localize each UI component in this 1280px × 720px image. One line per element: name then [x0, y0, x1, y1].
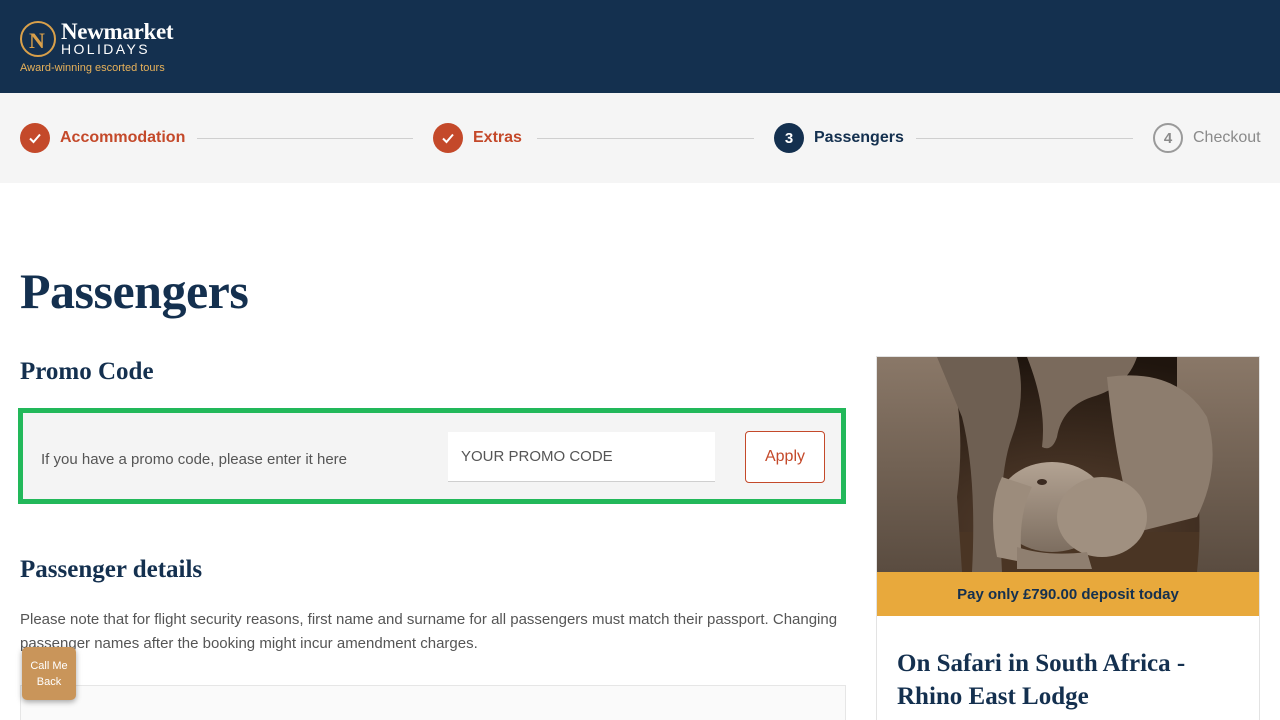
deposit-banner: Pay only £790.00 deposit today	[877, 572, 1259, 616]
passenger-form-panel	[20, 685, 846, 720]
apply-promo-button[interactable]: Apply	[745, 431, 825, 483]
step-checkout: 4 Checkout	[1153, 93, 1261, 183]
step-connector	[537, 138, 754, 139]
page-title: Passengers	[20, 263, 249, 319]
step-label: Checkout	[1193, 129, 1261, 146]
step-label: Accommodation	[60, 129, 186, 146]
step-label: Passengers	[814, 129, 904, 146]
passenger-name-note: Please note that for flight security rea…	[20, 611, 838, 652]
step-passengers: 3 Passengers	[774, 93, 904, 183]
checkmark-icon	[433, 123, 463, 153]
promo-prompt: If you have a promo code, please enter i…	[41, 451, 348, 468]
promo-code-heading: Promo Code	[20, 358, 154, 385]
brand-tagline: Award-winning escorted tours	[20, 62, 165, 74]
promo-code-panel: If you have a promo code, please enter i…	[18, 408, 846, 504]
promo-code-input[interactable]	[448, 432, 715, 482]
step-number: 3	[774, 123, 804, 153]
passenger-details-heading: Passenger details	[20, 556, 203, 583]
step-number: 4	[1153, 123, 1183, 153]
step-connector	[916, 138, 1133, 139]
step-connector	[197, 138, 413, 139]
tour-summary-card: Pay only £790.00 deposit today On Safari…	[876, 356, 1260, 720]
logo-icon: N	[20, 21, 56, 57]
elephants-photo	[877, 357, 1259, 572]
step-accommodation[interactable]: Accommodation	[20, 93, 185, 183]
tour-title: On Safari in South Africa - Rhino East L…	[897, 650, 1186, 710]
call-me-back-label: Call Me Back	[30, 659, 68, 688]
brand-logo[interactable]: N Newmarket HOLIDAYS Award-winning escor…	[20, 19, 220, 79]
brand-subtitle: HOLIDAYS	[61, 41, 150, 57]
checkmark-icon	[20, 123, 50, 153]
step-label: Extras	[473, 129, 522, 146]
call-me-back-button[interactable]: Call Me Back	[22, 647, 76, 700]
site-header: N Newmarket HOLIDAYS Award-winning escor…	[0, 0, 1280, 93]
booking-progress-stepper: Accommodation Extras 3 Passengers 4 Chec…	[0, 93, 1280, 183]
step-extras[interactable]: Extras	[433, 93, 522, 183]
